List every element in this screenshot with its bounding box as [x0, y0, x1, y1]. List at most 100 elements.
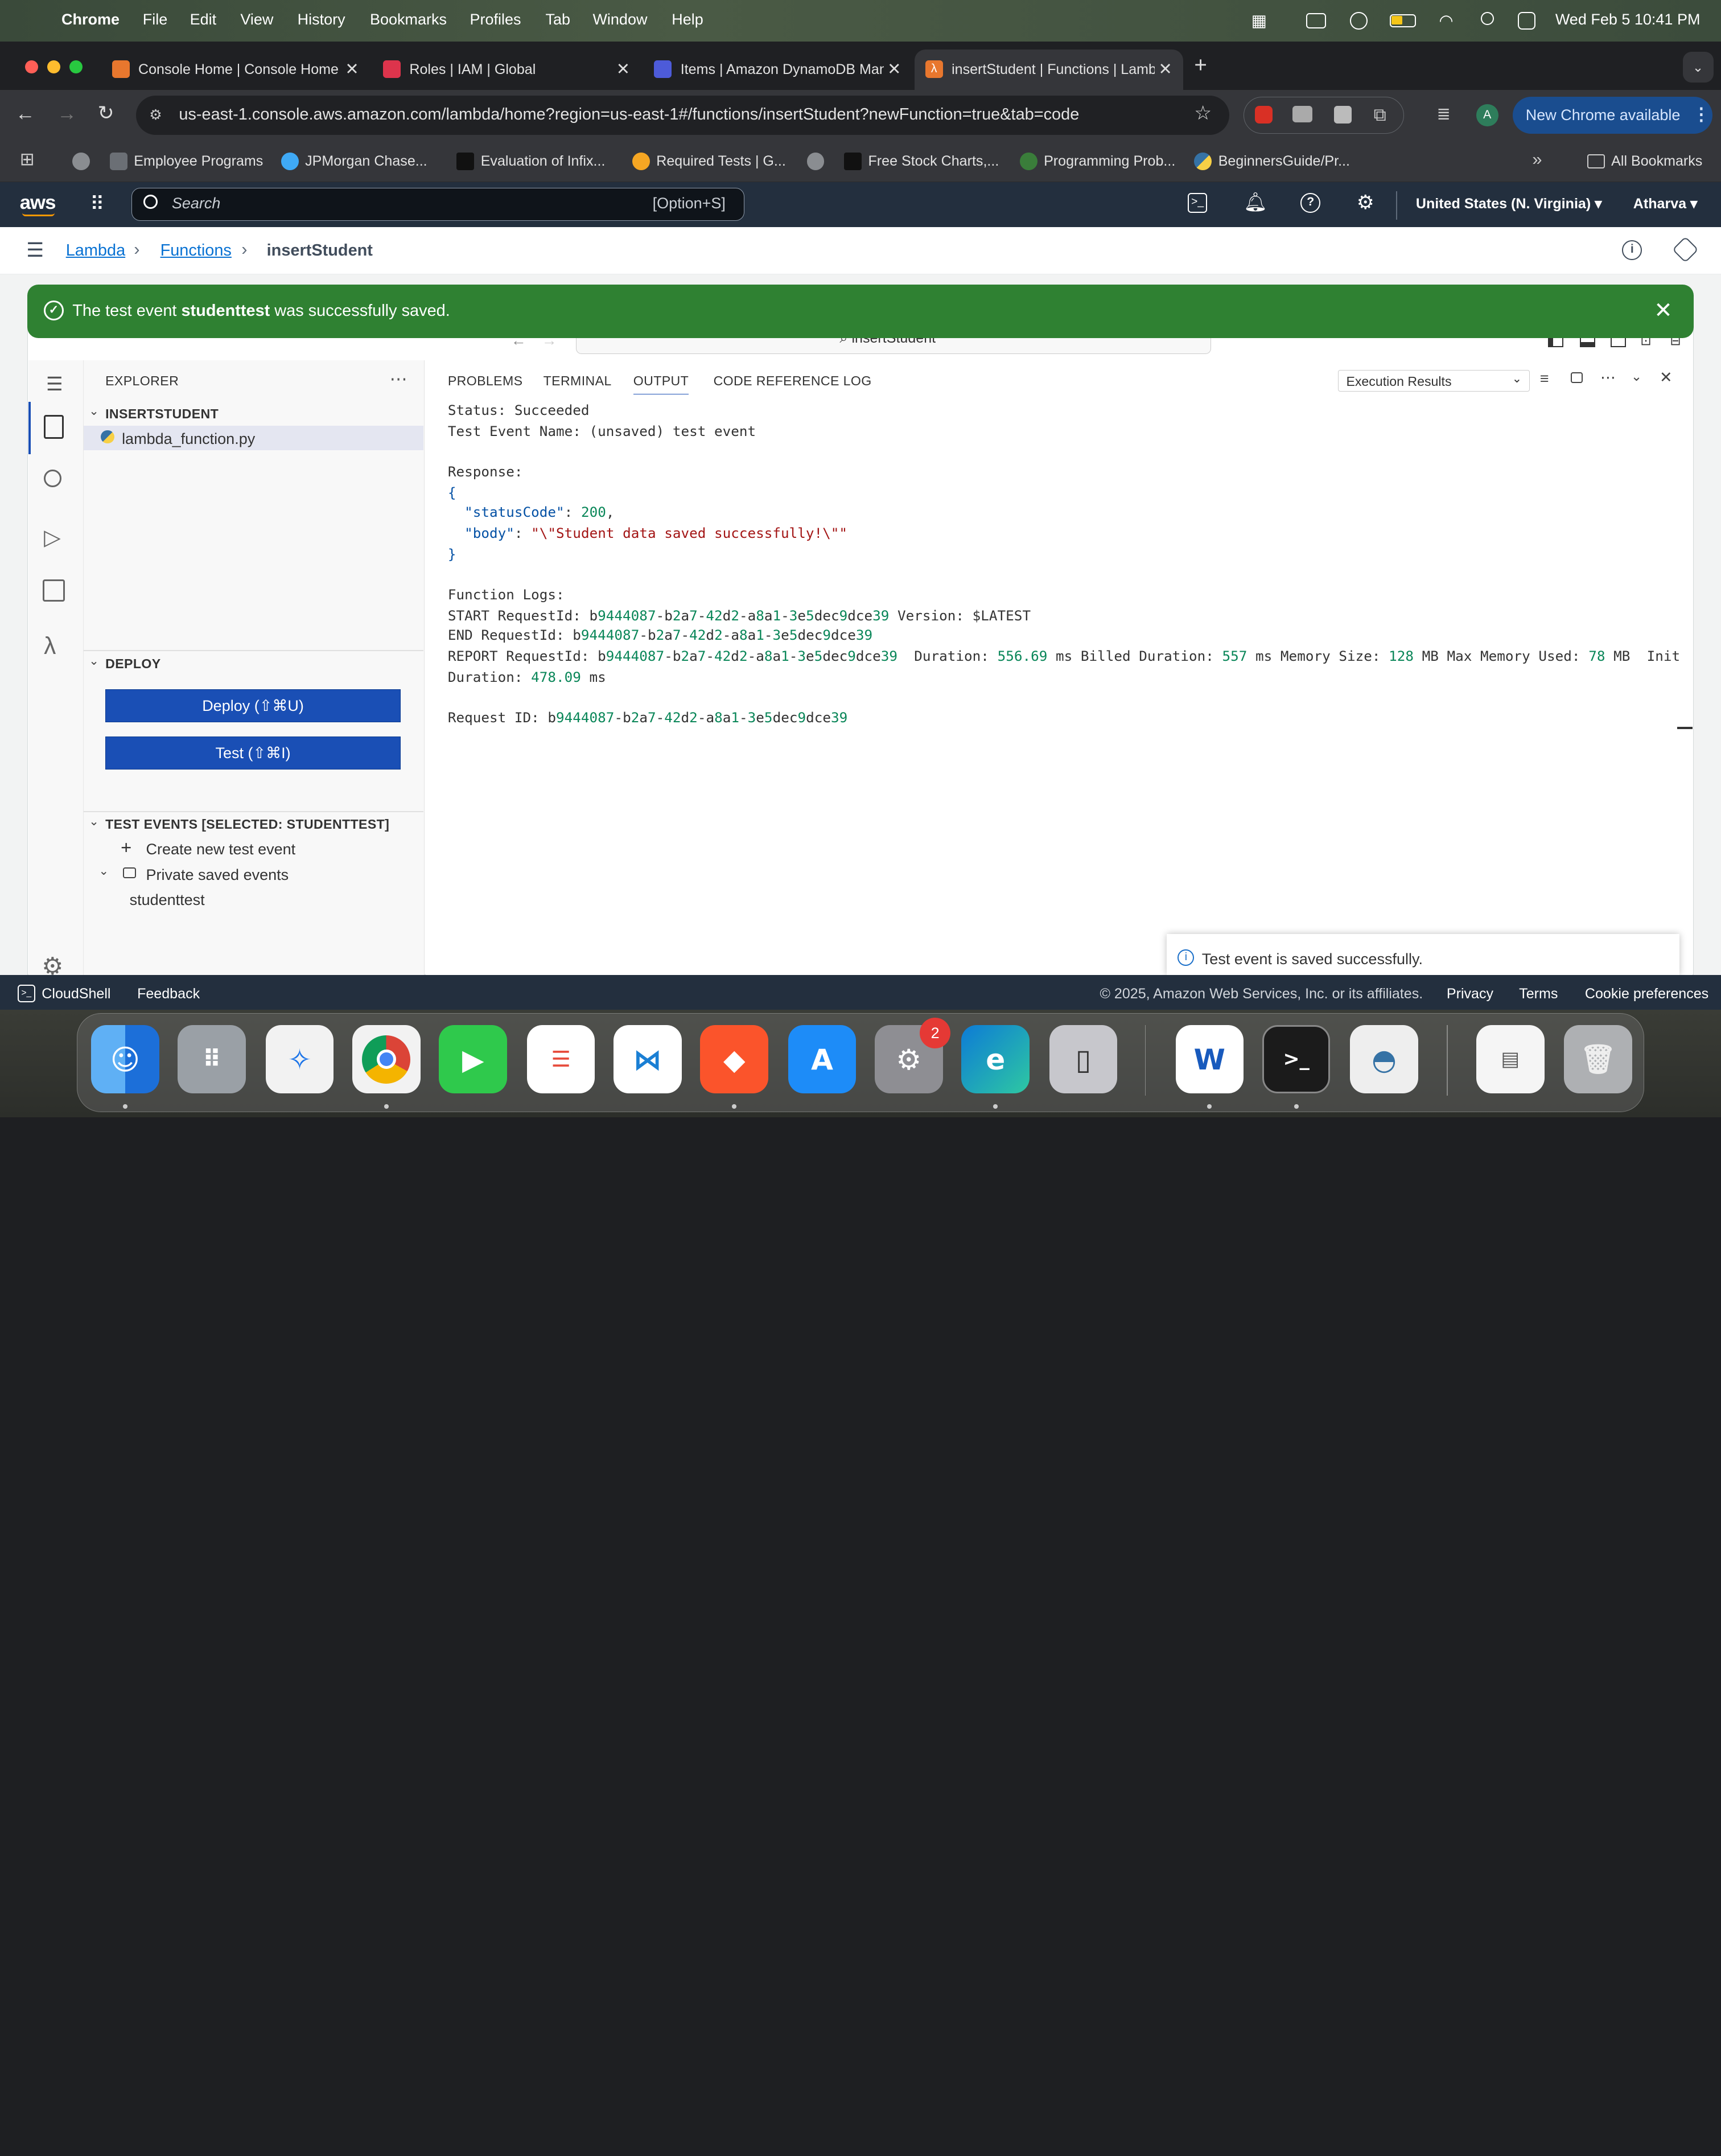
menu-profiles[interactable]: Profiles	[470, 11, 521, 28]
menu-icon[interactable]: ☰	[46, 373, 63, 395]
tab-problems[interactable]: PROBLEMS	[448, 373, 523, 389]
control-center-icon[interactable]	[1518, 12, 1536, 30]
terminal-icon[interactable]: >_	[1262, 1025, 1331, 1093]
help-icon[interactable]: ?	[1300, 193, 1321, 213]
file-item[interactable]: lambda_function.py	[83, 426, 424, 450]
screen-mirror-icon[interactable]	[1306, 13, 1326, 29]
bookmark-stock-charts[interactable]: Free Stock Charts,...	[844, 148, 999, 174]
back-button[interactable]: ←	[15, 103, 35, 125]
app-store-icon[interactable]: A	[788, 1025, 857, 1093]
all-bookmarks[interactable]: All Bookmarks	[1587, 148, 1702, 174]
reading-list-icon[interactable]: ≣	[1437, 104, 1451, 124]
docker-icon[interactable]: ▦	[1251, 11, 1267, 31]
vscode-icon[interactable]: ⋈	[614, 1025, 682, 1093]
bookmark-employee-programs[interactable]: Employee Programs	[109, 148, 263, 174]
menu-view[interactable]: View	[240, 11, 273, 28]
scrollbar-marker[interactable]	[1677, 726, 1693, 729]
reminders-icon[interactable]: ☰	[526, 1025, 595, 1093]
chrome-icon[interactable]	[352, 1025, 421, 1093]
close-icon[interactable]: ✕	[887, 59, 901, 79]
bookmark-star-icon[interactable]: ☆	[1194, 102, 1212, 125]
tab-dynamodb-items[interactable]: Items | Amazon DynamoDB Management Conso…	[643, 50, 912, 90]
feedback-link[interactable]: Feedback	[137, 986, 200, 1002]
settings-gear-icon[interactable]: ⚙	[1357, 191, 1374, 214]
terms-link[interactable]: Terms	[1519, 986, 1558, 1002]
minimize-window-button[interactable]	[47, 60, 61, 74]
tab-iam-roles[interactable]: Roles | IAM | Global ✕	[372, 50, 641, 90]
cloudshell-icon[interactable]: >_	[1187, 193, 1208, 213]
breadcrumb-lambda[interactable]: Lambda	[66, 241, 125, 260]
site-info-icon[interactable]: ⚙	[149, 106, 162, 124]
tab-lambda-insertstudent[interactable]: λ insertStudent | Functions | Lambda ✕	[914, 49, 1184, 90]
close-icon[interactable]: ✕	[345, 59, 359, 79]
project-folder[interactable]: ⌄ INSERTSTUDENT	[84, 402, 424, 424]
more-bookmarks-icon[interactable]: »	[1532, 149, 1542, 170]
menu-app-name[interactable]: Chrome	[61, 11, 120, 28]
bookmark-jpmorgan[interactable]: JPMorgan Chase...	[281, 148, 427, 174]
clear-output-icon[interactable]: ≡	[1540, 370, 1549, 388]
screen-recorder-extension-icon[interactable]	[1255, 106, 1273, 124]
battery-icon[interactable]	[1389, 14, 1416, 28]
safari-icon[interactable]: ✧	[265, 1025, 334, 1093]
bookmark-globe-2[interactable]	[806, 148, 825, 174]
apps-grid-icon[interactable]: ⊞	[20, 149, 35, 170]
menu-bookmarks[interactable]: Bookmarks	[370, 11, 447, 28]
address-bar[interactable]: ⚙ us-east-1.console.aws.amazon.com/lambd…	[136, 95, 1230, 135]
facetime-icon[interactable]: ▶	[439, 1025, 507, 1093]
region-selector[interactable]: United States (N. Virginia) ▾	[1416, 195, 1602, 212]
bookmark-globe[interactable]	[72, 148, 90, 174]
forward-button[interactable]: →	[57, 103, 77, 125]
iphone-mirroring-icon[interactable]: ▯	[1049, 1025, 1118, 1093]
clock[interactable]: Wed Feb 5 10:41 PM	[1555, 11, 1701, 28]
menu-history[interactable]: History	[298, 11, 345, 28]
preview-document-icon[interactable]: ▤	[1476, 1025, 1545, 1093]
menu-tab[interactable]: Tab	[546, 11, 571, 28]
tab-console-home[interactable]: Console Home | Console Home ✕	[101, 50, 370, 90]
extensions-icon[interactable]	[43, 579, 65, 602]
play-status-icon[interactable]	[1350, 12, 1368, 30]
aws-search-input[interactable]: Search [Option+S]	[131, 187, 744, 221]
close-window-button[interactable]	[25, 60, 39, 74]
python-launcher-icon[interactable]: ◓	[1350, 1025, 1418, 1093]
finder-icon[interactable]: ☺	[91, 1025, 159, 1093]
services-grid-icon[interactable]: ⠿	[90, 193, 104, 216]
breadcrumb-functions[interactable]: Functions	[160, 241, 232, 260]
tab-terminal[interactable]: TERMINAL	[544, 373, 612, 389]
create-test-event[interactable]: + Create new test event	[116, 837, 413, 861]
menu-window[interactable]: Window	[592, 11, 647, 28]
chrome-update-button[interactable]: New Chrome available ⋮	[1512, 96, 1712, 134]
test-button[interactable]: Test (⇧⌘I)	[105, 737, 401, 770]
deploy-section-header[interactable]: ⌄ DEPLOY	[84, 654, 424, 676]
privacy-link[interactable]: Privacy	[1447, 986, 1493, 1002]
launchpad-icon[interactable]: ⠿	[178, 1025, 246, 1093]
bookmark-required-tests[interactable]: Required Tests | G...	[632, 148, 786, 174]
reload-button[interactable]: ↻	[98, 102, 114, 125]
deploy-button[interactable]: Deploy (⇧⌘U)	[105, 689, 401, 722]
tab-search-button[interactable]: ⌄	[1682, 51, 1714, 83]
trash-icon[interactable]: 🗑︎	[1564, 1025, 1632, 1093]
cloudshell-link[interactable]: CloudShell	[42, 986, 110, 1002]
close-icon[interactable]: ✕	[616, 59, 630, 79]
close-panel-icon[interactable]: ✕	[1660, 369, 1673, 386]
settings-icon[interactable]	[1672, 236, 1699, 263]
bookmark-infix[interactable]: Evaluation of Infix...	[456, 148, 605, 174]
run-debug-icon[interactable]: ▷	[44, 525, 61, 550]
tool-extension-icon[interactable]	[1334, 106, 1352, 124]
menu-file[interactable]: File	[143, 11, 168, 28]
tab-output[interactable]: OUTPUT	[633, 373, 689, 395]
wifi-icon[interactable]: ◠	[1439, 11, 1453, 31]
tab-code-reference-log[interactable]: CODE REFERENCE LOG	[714, 373, 872, 389]
word-icon[interactable]: W	[1175, 1025, 1244, 1093]
saved-event-item[interactable]: studenttest	[130, 891, 205, 909]
private-saved-events[interactable]: ⌄ Private saved events	[94, 864, 413, 886]
puzzle-extensions-icon[interactable]: ⧉	[1374, 105, 1386, 126]
menu-edit[interactable]: Edit	[190, 11, 217, 28]
new-tab-button[interactable]: +	[1194, 53, 1207, 78]
chevron-down-icon[interactable]: ⌄	[1631, 369, 1642, 384]
more-actions-icon[interactable]: ⋯	[390, 369, 407, 389]
account-menu[interactable]: Atharva ▾	[1633, 195, 1698, 212]
profile-avatar[interactable]: A	[1476, 104, 1498, 126]
hamburger-menu-icon[interactable]: ☰	[26, 239, 44, 262]
lock-scroll-icon[interactable]	[1570, 372, 1583, 384]
edge-icon[interactable]: e	[961, 1025, 1030, 1093]
